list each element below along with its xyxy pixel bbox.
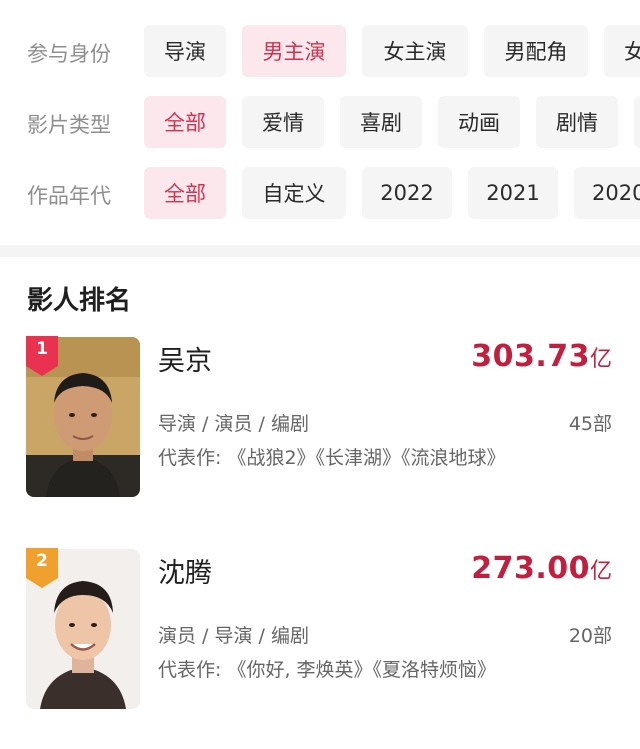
rank-badge: 1 [26, 336, 58, 376]
rank-number: 2 [36, 551, 48, 571]
ranking-title: 影人排名 [27, 286, 132, 316]
chip-role-director[interactable]: 导演 [144, 25, 226, 77]
filter-label-role: 参与身份 [27, 42, 111, 66]
section-divider [0, 245, 640, 257]
works-count: 20部 [568, 625, 612, 647]
chip-role-male-support[interactable]: 男配角 [484, 25, 588, 77]
box-office-unit: 亿 [589, 559, 612, 584]
chip-year-2022[interactable]: 2022 [362, 167, 452, 219]
filter-panel: 参与身份 导演 男主演 女主演 男配角 女 影片类型 全部 爱情 喜剧 动画 剧… [0, 0, 640, 245]
chip-year-2021[interactable]: 2021 [468, 167, 558, 219]
chip-genre-comedy[interactable]: 喜剧 [340, 96, 422, 148]
filter-row-year: 作品年代 全部 自定义 2022 2021 2020 [0, 167, 640, 221]
ranking-item[interactable]: 1 吴京 303.73亿 导演 / 演员 / 编剧 45部 代表作: 《战狼2》… [0, 336, 640, 537]
representative-works: 代表作: 《你好, 李焕英》《夏洛特烦恼》 [158, 659, 497, 681]
person-name[interactable]: 吴京 [158, 339, 212, 378]
box-office: 303.73亿 [471, 339, 612, 374]
ranking-item[interactable]: 2 沈腾 273.00亿 演员 / 导演 / 编剧 20部 代表作: 《你好, … [0, 548, 640, 749]
box-office-value: 273.00 [471, 551, 590, 586]
chip-role-male-lead[interactable]: 男主演 [242, 25, 346, 77]
person-name[interactable]: 沈腾 [158, 551, 212, 590]
box-office-value: 303.73 [471, 339, 590, 374]
chip-role-female-lead[interactable]: 女主演 [362, 25, 468, 77]
chip-genre-animation[interactable]: 动画 [438, 96, 520, 148]
chip-year-all[interactable]: 全部 [144, 167, 226, 219]
box-office: 273.00亿 [471, 551, 612, 586]
chip-genre-romance[interactable]: 爱情 [242, 96, 324, 148]
representative-works: 代表作: 《战狼2》《长津湖》《流浪地球》 [158, 447, 506, 469]
chip-genre-more[interactable] [634, 96, 640, 148]
rank-badge: 2 [26, 548, 58, 588]
filter-label-year: 作品年代 [27, 184, 111, 208]
chip-year-custom[interactable]: 自定义 [242, 167, 346, 219]
filter-row-genre: 影片类型 全部 爱情 喜剧 动画 剧情 [0, 96, 640, 150]
filter-row-role: 参与身份 导演 男主演 女主演 男配角 女 [0, 25, 640, 79]
person-roles: 演员 / 导演 / 编剧 [158, 625, 309, 647]
box-office-unit: 亿 [589, 347, 612, 372]
filter-label-genre: 影片类型 [27, 113, 111, 137]
person-roles: 导演 / 演员 / 编剧 [158, 413, 309, 435]
chip-year-2020[interactable]: 2020 [574, 167, 640, 219]
works-count: 45部 [568, 413, 612, 435]
chip-role-female-support[interactable]: 女 [604, 25, 640, 77]
rank-number: 1 [36, 339, 48, 359]
chip-genre-drama[interactable]: 剧情 [536, 96, 618, 148]
chip-genre-all[interactable]: 全部 [144, 96, 226, 148]
